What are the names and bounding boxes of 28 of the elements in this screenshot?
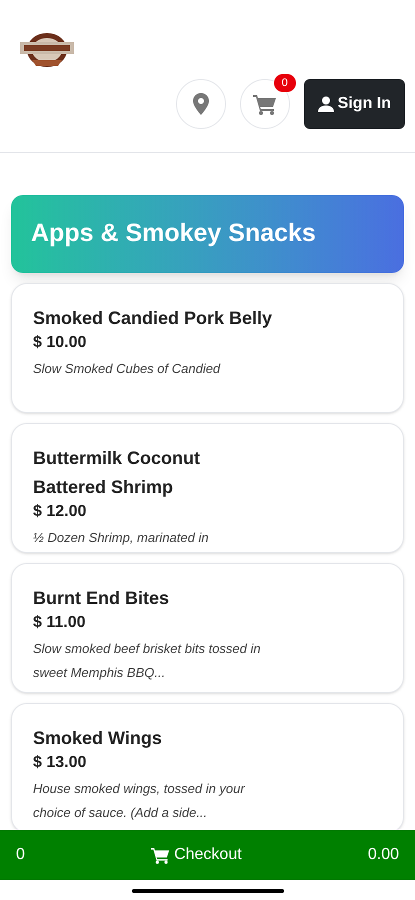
menu-item-card[interactable]: Burnt End Bites $ 11.00 Slow smoked beef brisket bits tossed in sweet Memphis BBQ... <box>11 563 404 693</box>
item-price: $ 10.00 <box>33 333 86 353</box>
cart-icon <box>252 94 277 114</box>
item-price: $ 12.00 <box>33 502 86 522</box>
cart-icon <box>151 846 170 864</box>
menu-item-card[interactable]: Smoked Wings $ 13.00 House smoked wings, tossed in your choice of sauce. (Add a side... <box>11 703 404 833</box>
item-description: Slow Smoked Cubes of Candied <box>33 360 222 378</box>
item-price: $ 11.00 <box>33 613 86 633</box>
item-name: Smoked Wings <box>33 727 163 750</box>
item-name: Burnt End Bites <box>33 587 170 610</box>
cart-count-badge: 0 <box>274 74 296 92</box>
item-description: ½ Dozen Shrimp, marinated in <box>33 529 210 547</box>
category-banner: Apps & Smokey Snacks <box>11 195 404 273</box>
item-count: 0 <box>16 845 25 865</box>
item-name: Buttermilk Coconut Battered Shrimp <box>33 447 202 499</box>
item-name: Smoked Candied Pork Belly <box>33 307 273 330</box>
item-price: $ 13.00 <box>33 753 86 773</box>
checkout-button[interactable]: Checkout <box>151 843 242 867</box>
user-icon <box>318 96 334 112</box>
logo-icon <box>18 30 76 70</box>
total-amount: 0.00 <box>368 845 399 865</box>
location-pin-icon <box>192 93 209 115</box>
item-description: House smoked wings, tossed in your choice of sauce. (Add a side... <box>33 780 246 822</box>
sign-in-button[interactable]: Sign In <box>304 79 405 129</box>
menu-item-card[interactable]: Buttermilk Coconut Battered Shrimp $ 12.00 ½ Dozen Shrimp, marinated in <box>11 423 404 553</box>
menu-item-card[interactable]: Smoked Candied Pork Belly $ 10.00 Slow Smoked Cubes of Candied <box>11 283 404 413</box>
location-button[interactable] <box>176 79 226 129</box>
item-description: Slow smoked beef brisket bits tossed in sweet Memphis BBQ... <box>33 640 262 682</box>
